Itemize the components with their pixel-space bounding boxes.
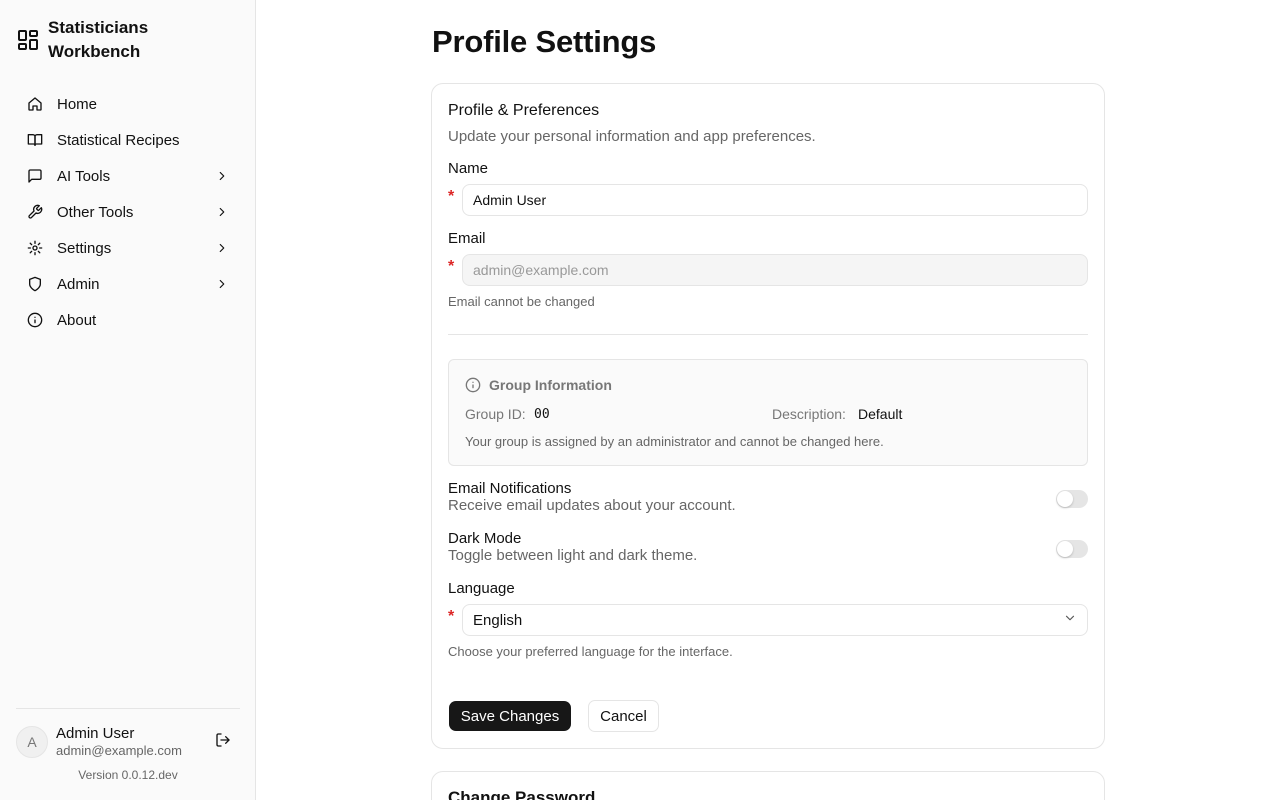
chevron-right-icon bbox=[214, 276, 230, 292]
group-description-label: Description: bbox=[772, 406, 846, 422]
main-content: Profile Settings Profile & Preferences U… bbox=[256, 0, 1280, 800]
language-label: Language bbox=[448, 580, 515, 597]
card-title: Profile & Preferences bbox=[448, 102, 600, 119]
sidebar-item-label: Home bbox=[57, 95, 98, 113]
group-id-value: 00 bbox=[534, 407, 550, 422]
gear-icon bbox=[26, 239, 44, 257]
group-note: Your group is assigned by an administrat… bbox=[465, 434, 884, 449]
group-description-value: Default bbox=[858, 406, 903, 422]
chevron-right-icon bbox=[214, 204, 230, 220]
cancel-button[interactable]: Cancel bbox=[588, 700, 659, 732]
info-icon bbox=[26, 311, 44, 329]
home-icon bbox=[26, 95, 44, 113]
user-email: admin@example.com bbox=[56, 743, 182, 758]
info-icon bbox=[465, 377, 481, 393]
divider bbox=[448, 334, 1088, 335]
user-block: A Admin User admin@example.com bbox=[16, 724, 240, 760]
layout-grid-icon bbox=[16, 28, 40, 52]
change-password-card: Change Password bbox=[431, 771, 1105, 800]
card-title: Change Password bbox=[448, 788, 596, 800]
sidebar-item-about[interactable]: About bbox=[16, 302, 240, 338]
chevron-down-icon bbox=[1063, 611, 1077, 629]
language-selected-value: English bbox=[473, 611, 523, 629]
user-name: Admin User bbox=[56, 725, 135, 742]
name-label: Name bbox=[448, 160, 489, 177]
sidebar-item-ai-tools[interactable]: AI Tools bbox=[16, 158, 240, 194]
card-description: Update your personal information and app… bbox=[448, 128, 816, 145]
chevron-right-icon bbox=[214, 168, 230, 184]
wrench-icon bbox=[26, 203, 44, 221]
book-icon bbox=[26, 131, 44, 149]
required-marker: * bbox=[448, 258, 455, 275]
group-id-label: Group ID: bbox=[465, 406, 526, 422]
chevron-right-icon bbox=[214, 240, 230, 256]
profile-card: Profile & Preferences Update your person… bbox=[431, 83, 1105, 749]
sidebar-item-label: Settings bbox=[57, 239, 112, 257]
email-label: Email bbox=[448, 230, 486, 247]
language-select[interactable]: English bbox=[462, 604, 1088, 636]
language-hint: Choose your preferred language for the i… bbox=[448, 644, 733, 659]
sidebar-item-label: Statistical Recipes bbox=[57, 131, 180, 149]
dark-mode-title: Dark Mode bbox=[448, 530, 522, 547]
sidebar-divider bbox=[16, 708, 240, 709]
sidebar-item-other-tools[interactable]: Other Tools bbox=[16, 194, 240, 230]
sidebar: Statisticians Workbench Home Statistical… bbox=[0, 0, 256, 800]
email-hint: Email cannot be changed bbox=[448, 294, 595, 309]
save-button[interactable]: Save Changes bbox=[449, 701, 571, 731]
sidebar-item-label: AI Tools bbox=[57, 167, 111, 185]
avatar[interactable]: A bbox=[16, 726, 48, 758]
required-marker: * bbox=[448, 608, 455, 625]
email-notifications-toggle[interactable] bbox=[1056, 490, 1088, 508]
toggle-knob bbox=[1057, 541, 1073, 557]
group-info-box: Group Information Group ID: 00 Descripti… bbox=[448, 359, 1088, 466]
app-version: Version 0.0.12.dev bbox=[78, 768, 178, 782]
shield-icon bbox=[26, 275, 44, 293]
message-icon bbox=[26, 167, 44, 185]
logout-icon bbox=[215, 732, 231, 753]
logout-button[interactable] bbox=[212, 731, 234, 753]
email-field bbox=[462, 254, 1088, 286]
user-info: Admin User admin@example.com bbox=[56, 725, 212, 759]
name-field[interactable] bbox=[462, 184, 1088, 216]
sidebar-nav: Home Statistical Recipes AI Tools Other … bbox=[16, 86, 240, 338]
sidebar-item-admin[interactable]: Admin bbox=[16, 266, 240, 302]
sidebar-item-statistical-recipes[interactable]: Statistical Recipes bbox=[16, 122, 240, 158]
toggle-knob bbox=[1057, 491, 1073, 507]
dark-mode-description: Toggle between light and dark theme. bbox=[448, 547, 698, 564]
required-marker: * bbox=[448, 188, 455, 205]
sidebar-item-settings[interactable]: Settings bbox=[16, 230, 240, 266]
dark-mode-toggle[interactable] bbox=[1056, 540, 1088, 558]
sidebar-item-label: About bbox=[57, 311, 97, 329]
brand[interactable]: Statisticians Workbench bbox=[16, 16, 208, 64]
email-notifications-description: Receive email updates about your account… bbox=[448, 497, 736, 514]
email-notifications-title: Email Notifications bbox=[448, 480, 572, 497]
app-name: Statisticians Workbench bbox=[48, 18, 149, 61]
sidebar-item-label: Admin bbox=[57, 275, 100, 293]
page-title: Profile Settings bbox=[432, 24, 657, 59]
sidebar-item-home[interactable]: Home bbox=[16, 86, 240, 122]
group-info-title: Group Information bbox=[489, 377, 612, 393]
group-info-heading: Group Information bbox=[465, 377, 612, 393]
sidebar-item-label: Other Tools bbox=[57, 203, 134, 221]
